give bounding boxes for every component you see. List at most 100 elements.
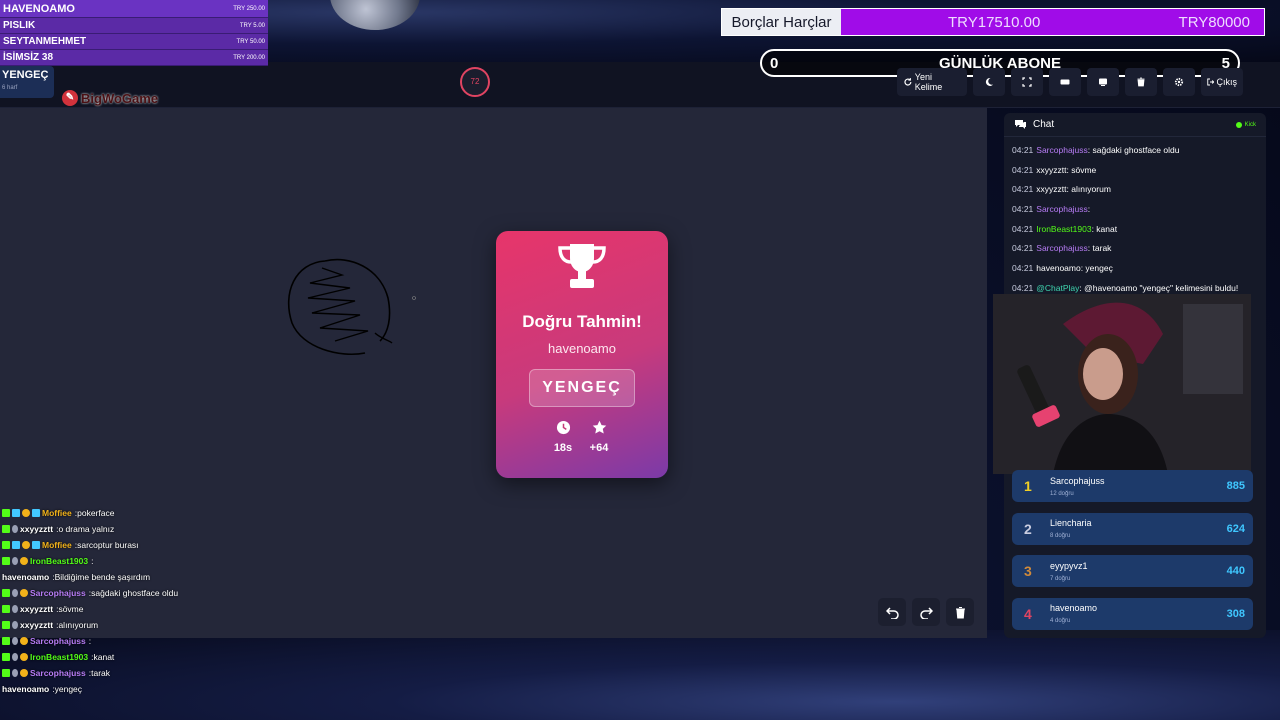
dark-mode-button[interactable] xyxy=(973,68,1005,96)
clear-button[interactable] xyxy=(1125,68,1157,96)
chat-message: : xyxy=(1087,203,1091,214)
badge-icon xyxy=(2,605,10,613)
chat-username: Sarcophajuss xyxy=(1036,144,1088,155)
redo-button[interactable] xyxy=(912,598,940,626)
chat-username: Sarcophajuss xyxy=(30,668,86,678)
player-name: Liencharia xyxy=(1050,518,1092,528)
undo-button[interactable] xyxy=(878,598,906,626)
chat-username: Sarcophajuss xyxy=(1036,243,1088,254)
chat-message-row: 04:21 Sarcophajuss: sağdaki ghostface old… xyxy=(1012,140,1260,160)
rank-number: 3 xyxy=(1024,563,1032,579)
chat-message: kanat xyxy=(93,652,115,662)
badge-icon xyxy=(12,557,18,565)
chat-message: o drama yalnız xyxy=(58,524,115,534)
player-info: havenoamo 4 doğru xyxy=(1050,603,1097,624)
chat-message: : kanat xyxy=(1091,223,1118,234)
card-user: havenoamo xyxy=(548,341,616,356)
card-title: Doğru Tahmin! xyxy=(522,312,642,331)
overlay-chat-row: Sarcophajuss: sağdaki ghostface oldu xyxy=(2,585,302,601)
card-word: YENGEÇ xyxy=(529,369,635,407)
badge-icon xyxy=(12,541,20,549)
player-name: havenoamo xyxy=(1050,603,1098,613)
chat-username: Moffiee xyxy=(42,508,72,518)
overlay-chat-row: xxyyzztt: sövme xyxy=(2,601,302,617)
chat-icon xyxy=(1015,120,1026,129)
badge-icon xyxy=(2,509,10,517)
chat-username: havenoamo xyxy=(1036,262,1081,273)
keyboard-button[interactable] xyxy=(1049,68,1081,96)
delete-drawing-button[interactable] xyxy=(946,598,974,626)
overlay-chat-row: IronBeast1903: kanat xyxy=(2,649,302,665)
chat-username: IronBeast1903 xyxy=(1036,223,1092,234)
badge-icon xyxy=(12,589,18,597)
points-stat: +64 xyxy=(579,420,619,454)
chat-message-row: 04:21 Sarcophajuss: xyxy=(1012,199,1260,219)
word-hint: 6 harf xyxy=(2,85,18,91)
chat-time: 04:21 xyxy=(1012,203,1034,214)
chat-username: IronBeast1903 xyxy=(30,556,89,566)
rank-number: 2 xyxy=(1024,520,1032,537)
chat-username: Moffiee xyxy=(42,540,72,550)
leaderboard-row: 1 Sarcophajuss 12 doğru 885 xyxy=(1012,470,1253,502)
fullscreen-button[interactable] xyxy=(1011,68,1043,96)
correct-count: 8 doğru xyxy=(1050,533,1071,539)
correct-count: 12 doğru xyxy=(1050,490,1074,497)
refresh-icon xyxy=(904,78,912,86)
chat-username: havenoamo xyxy=(2,684,50,694)
badge-icon xyxy=(20,589,28,597)
drawing-tools xyxy=(878,598,974,626)
leaderboard-row: 2 Liencharia 8 doğru 624 xyxy=(1012,512,1253,545)
debt-goal-bar: Borçlar Harçlar TRY17510.00 TRY80000 xyxy=(721,8,1265,36)
display-icon xyxy=(1099,78,1107,86)
chat-time: 04:21 xyxy=(1012,223,1034,234)
chat-title: Chat xyxy=(1033,119,1055,130)
chat-time: 04:21 xyxy=(1012,164,1034,175)
chat-message: : sövme xyxy=(1066,164,1097,175)
chat-message: yengeç xyxy=(54,684,83,694)
chat-username: xxyyzztt xyxy=(20,524,54,534)
display-button[interactable] xyxy=(1087,68,1119,96)
chat-message-row: 04:21 IronBeast1903: kanat xyxy=(1012,219,1260,239)
chat-message: : @havenoamo "yengeç" kelimesini buldu! xyxy=(1079,282,1239,293)
donation-row: SEYTANMEHMET TRY 50.00 xyxy=(0,34,268,50)
chat-message: : alınıyorum xyxy=(1066,184,1111,195)
leaderboard-row: 3 eyypyvz1 7 doğru 440 xyxy=(1012,555,1253,587)
logout-icon xyxy=(1207,78,1215,86)
exit-button[interactable]: Çıkış xyxy=(1201,68,1243,96)
chat-message: : yengeç xyxy=(1080,262,1113,273)
chat-message: pokerface xyxy=(77,508,115,518)
chat-username: @ChatPlay xyxy=(1036,282,1080,293)
new-word-button[interactable]: Yeni Kelime xyxy=(897,68,967,96)
chat-time: 04:21 xyxy=(1012,144,1034,155)
overlay-chat-row: Sarcophajuss: tarak xyxy=(2,665,302,681)
settings-button[interactable] xyxy=(1163,68,1195,96)
badge-icon xyxy=(22,509,30,517)
keyboard-icon xyxy=(1060,79,1070,85)
badge-icon xyxy=(22,541,30,549)
correct-count: 7 doğru xyxy=(1050,575,1071,582)
badge-icon xyxy=(20,653,28,661)
star-icon xyxy=(592,420,606,434)
round-timer: 72 xyxy=(460,67,490,97)
platform-status: Kick xyxy=(1235,121,1256,128)
debt-progress: TRY17510.00 TRY80000 xyxy=(841,9,1264,35)
badge-icon xyxy=(2,525,10,533)
badge-icon xyxy=(12,621,18,629)
badge-icon xyxy=(20,557,28,565)
webcam-feed xyxy=(993,294,1251,474)
chat-separator: : xyxy=(91,556,94,566)
badge-icon xyxy=(12,605,18,613)
redo-icon xyxy=(919,606,933,619)
chat-username: Sarcophajuss xyxy=(1036,203,1088,214)
overlay-chat: Moffiee: pokerface xxyyzztt: o drama yaln… xyxy=(2,505,302,697)
player-name: Sarcophajuss xyxy=(1050,475,1105,486)
badge-icon xyxy=(32,541,40,549)
chat-message: Bildiğime bende şaşırdım xyxy=(54,572,151,582)
chat-username: Sarcophajuss xyxy=(30,636,86,646)
clock-icon xyxy=(556,420,570,435)
overlay-chat-row: Sarcophajuss: xyxy=(2,633,302,649)
chat-username: havenoamo xyxy=(2,572,50,582)
chat-username: xxyyzztt xyxy=(1036,164,1067,175)
time-stat: 18s xyxy=(543,420,583,454)
correct-guess-card: Doğru Tahmin! havenoamo YENGEÇ 18s +64 xyxy=(496,231,668,478)
